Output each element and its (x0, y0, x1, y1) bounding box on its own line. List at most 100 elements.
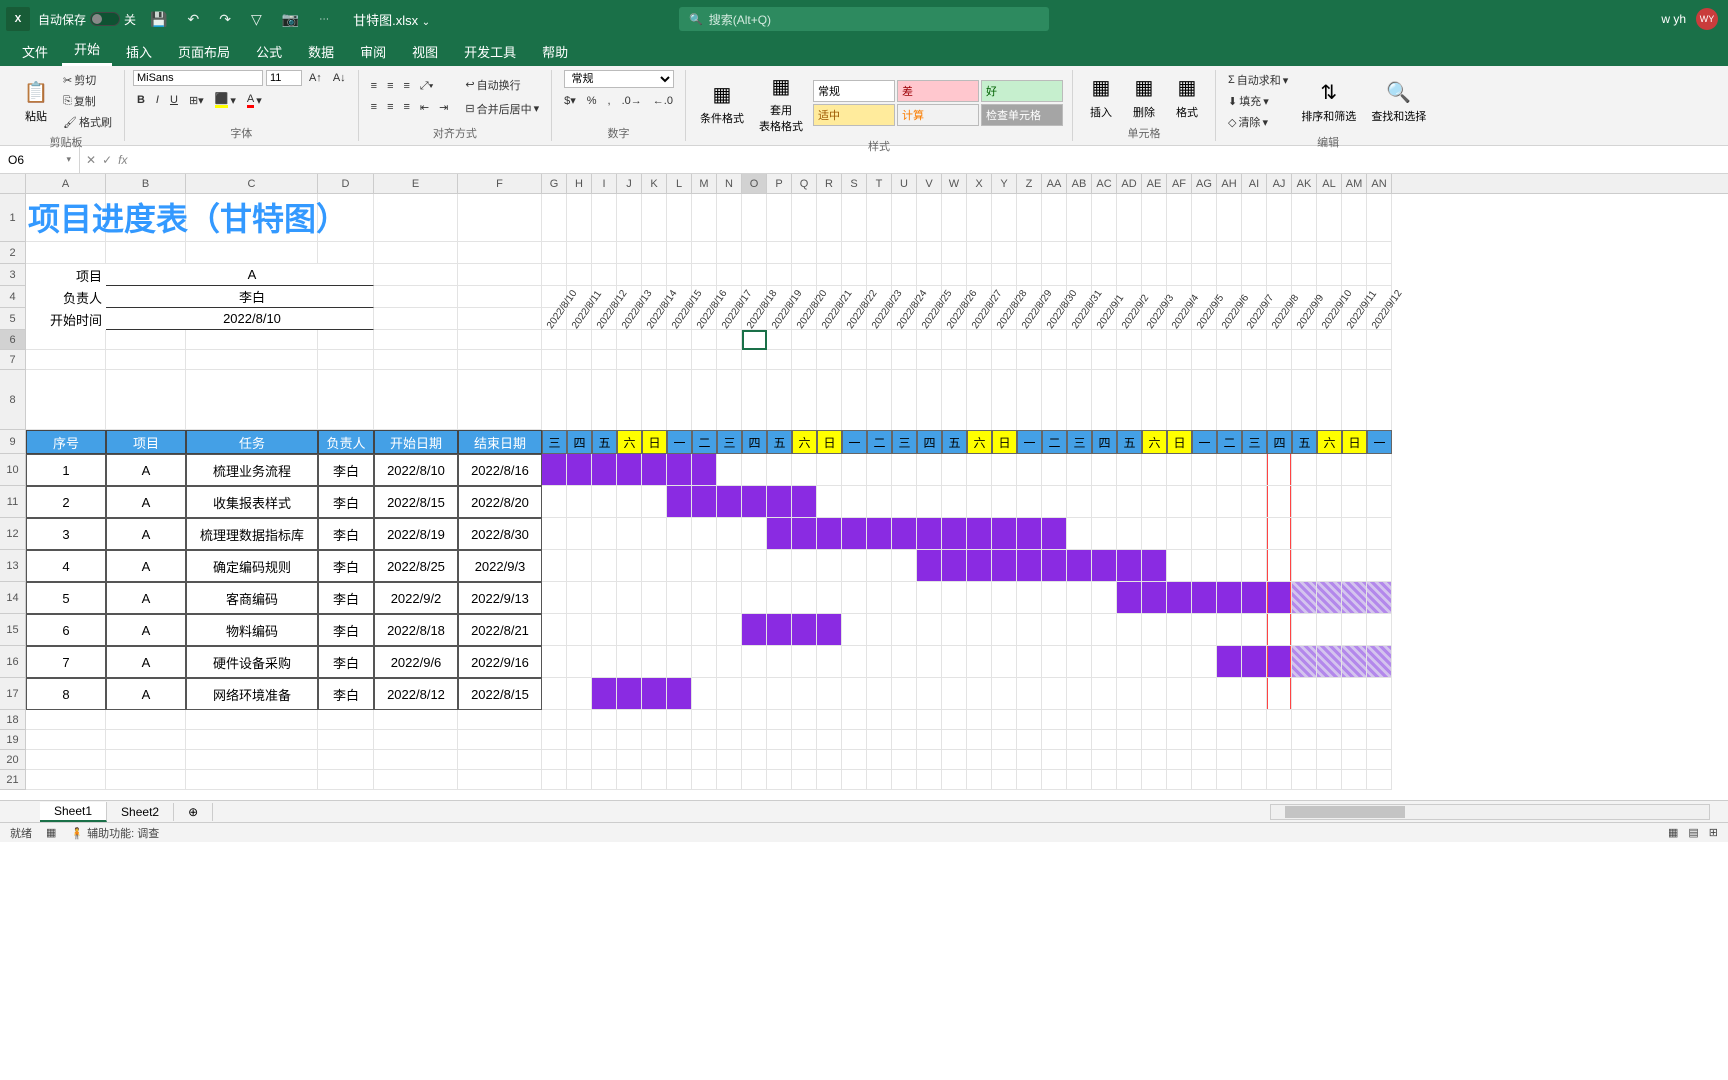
cell-AF16[interactable] (1167, 646, 1192, 678)
cell-T1[interactable] (867, 194, 892, 242)
cell-W20[interactable] (942, 750, 967, 770)
cell-L11[interactable] (667, 486, 692, 518)
cell-AE18[interactable] (1142, 710, 1167, 730)
cell-F6[interactable] (458, 330, 542, 350)
cell-AC21[interactable] (1092, 770, 1117, 790)
ribbon-tab-视图[interactable]: 视图 (400, 37, 450, 66)
cell-S20[interactable] (842, 750, 867, 770)
cell-AG6[interactable] (1192, 330, 1217, 350)
cell-W11[interactable] (942, 486, 967, 518)
cell-AE3[interactable] (1142, 264, 1167, 286)
cell-Z11[interactable] (1017, 486, 1042, 518)
cell-AG17[interactable] (1192, 678, 1217, 710)
cell-F10[interactable]: 2022/8/16 (458, 454, 542, 486)
cell-N6[interactable] (717, 330, 742, 350)
cell-F8[interactable] (458, 370, 542, 430)
cell-H20[interactable] (567, 750, 592, 770)
cell-C8[interactable] (186, 370, 318, 430)
undo-icon[interactable]: ↶ (181, 11, 205, 28)
row-header-15[interactable]: 15 (0, 614, 26, 646)
cell-T9[interactable]: 二 (867, 430, 892, 454)
col-header-AF[interactable]: AF (1167, 174, 1192, 193)
cell-D21[interactable] (318, 770, 374, 790)
cell-AM10[interactable] (1342, 454, 1367, 486)
cell-I11[interactable] (592, 486, 617, 518)
cell-N18[interactable] (717, 710, 742, 730)
cell-B21[interactable] (106, 770, 186, 790)
cell-X20[interactable] (967, 750, 992, 770)
cell-AG7[interactable] (1192, 350, 1217, 370)
cell-S16[interactable] (842, 646, 867, 678)
cell-I13[interactable] (592, 550, 617, 582)
cell-K19[interactable] (642, 730, 667, 750)
cell-A11[interactable]: 2 (26, 486, 106, 518)
cell-S10[interactable] (842, 454, 867, 486)
cell-AE9[interactable]: 六 (1142, 430, 1167, 454)
cell-L1[interactable] (667, 194, 692, 242)
cell-AK2[interactable] (1292, 242, 1317, 264)
cell-AH12[interactable] (1217, 518, 1242, 550)
col-header-J[interactable]: J (617, 174, 642, 193)
cell-A17[interactable]: 8 (26, 678, 106, 710)
font-size-select[interactable] (266, 70, 302, 86)
cell-N1[interactable] (717, 194, 742, 242)
cell-S14[interactable] (842, 582, 867, 614)
cell-AC10[interactable] (1092, 454, 1117, 486)
cell-B19[interactable] (106, 730, 186, 750)
cell-T19[interactable] (867, 730, 892, 750)
fill-button[interactable]: ⬇ 填充 ▾ (1224, 91, 1292, 111)
cell-AM18[interactable] (1342, 710, 1367, 730)
cell-G21[interactable] (542, 770, 567, 790)
cell-I20[interactable] (592, 750, 617, 770)
cell-AJ7[interactable] (1267, 350, 1292, 370)
cell-AD1[interactable] (1117, 194, 1142, 242)
cell-O20[interactable] (742, 750, 767, 770)
cell-X12[interactable] (967, 518, 992, 550)
cell-AE7[interactable] (1142, 350, 1167, 370)
cell-J18[interactable] (617, 710, 642, 730)
cell-C17[interactable]: 网络环境准备 (186, 678, 318, 710)
cell-D7[interactable] (318, 350, 374, 370)
cell-AD18[interactable] (1117, 710, 1142, 730)
cell-Z17[interactable] (1017, 678, 1042, 710)
italic-button[interactable]: I (152, 90, 163, 110)
cell-Q2[interactable] (792, 242, 817, 264)
cell-B3[interactable] (106, 264, 186, 286)
cell-G18[interactable] (542, 710, 567, 730)
cell-AA8[interactable]: 2022/8/30 (1042, 370, 1067, 430)
cell-M1[interactable] (692, 194, 717, 242)
cell-AF1[interactable] (1167, 194, 1192, 242)
cell-AB1[interactable] (1067, 194, 1092, 242)
cell-L20[interactable] (667, 750, 692, 770)
cell-N9[interactable]: 三 (717, 430, 742, 454)
cell-AM20[interactable] (1342, 750, 1367, 770)
col-header-F[interactable]: F (458, 174, 542, 193)
cell-J19[interactable] (617, 730, 642, 750)
cell-M17[interactable] (692, 678, 717, 710)
cell-G13[interactable] (542, 550, 567, 582)
cell-AF11[interactable] (1167, 486, 1192, 518)
cell-AC8[interactable]: 2022/9/1 (1092, 370, 1117, 430)
cell-Z9[interactable]: 一 (1017, 430, 1042, 454)
col-header-AG[interactable]: AG (1192, 174, 1217, 193)
cell-W10[interactable] (942, 454, 967, 486)
cell-L3[interactable] (667, 264, 692, 286)
cell-K21[interactable] (642, 770, 667, 790)
cell-V8[interactable]: 2022/8/25 (917, 370, 942, 430)
cell-U19[interactable] (892, 730, 917, 750)
cell-K12[interactable] (642, 518, 667, 550)
cell-V2[interactable] (917, 242, 942, 264)
col-header-Z[interactable]: Z (1017, 174, 1042, 193)
col-header-L[interactable]: L (667, 174, 692, 193)
cell-I18[interactable] (592, 710, 617, 730)
cell-N21[interactable] (717, 770, 742, 790)
cell-P15[interactable] (767, 614, 792, 646)
cell-B2[interactable] (106, 242, 186, 264)
cell-AI20[interactable] (1242, 750, 1267, 770)
cell-L19[interactable] (667, 730, 692, 750)
cell-Z7[interactable] (1017, 350, 1042, 370)
cell-AB18[interactable] (1067, 710, 1092, 730)
cell-C5[interactable]: 2022/8/10 (186, 308, 318, 330)
cell-AI16[interactable] (1242, 646, 1267, 678)
autosum-button[interactable]: Σ 自动求和 ▾ (1224, 70, 1292, 90)
